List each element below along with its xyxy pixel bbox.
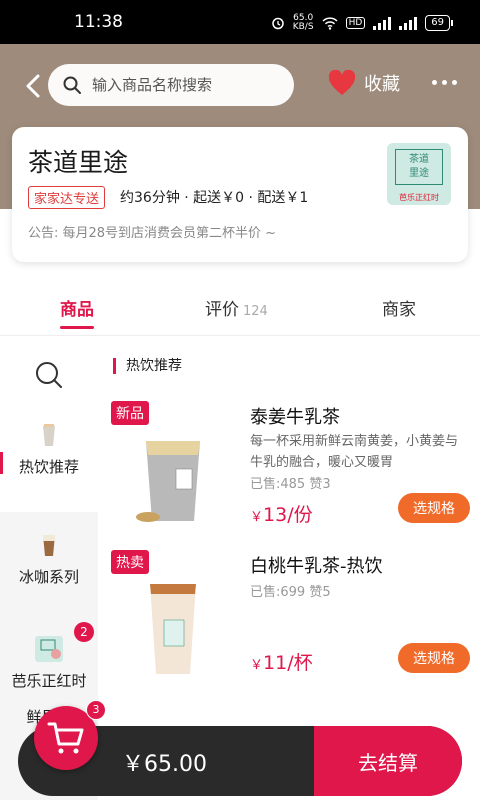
product-item[interactable]: 热卖 白桃牛乳茶-热饮 已售:699 赞5 ￥11/杯 选规格 [98, 550, 480, 700]
search-box[interactable] [48, 64, 294, 106]
shop-logo-caption: 芭乐正红时 [399, 193, 439, 202]
battery-icon: 69 [425, 15, 453, 31]
back-arrow-icon[interactable] [20, 68, 48, 104]
shop-card: 茶道里途 家家达专送 约36分钟 · 起送￥0 · 配送￥1 公告: 每月28号… [12, 127, 468, 262]
hot-drink-thumbnail [43, 424, 55, 446]
signal-icon [373, 16, 392, 30]
search-icon [63, 76, 81, 94]
product-sales: 已售:485 赞3 [250, 477, 331, 492]
favorite-label: 收藏 [364, 74, 400, 95]
product-sales: 已售:699 赞5 [250, 585, 331, 600]
peach-milk-tea-image [150, 584, 196, 674]
checkout-button[interactable]: 去结算 [314, 726, 462, 796]
review-count: 124 [243, 304, 268, 319]
tab-bar: 商品 评价 124 商家 [0, 280, 480, 336]
status-icons: 65.0 KB/S HD 69 [271, 13, 453, 32]
heart-icon [328, 70, 356, 95]
ginger-milk-tea-image [136, 441, 200, 522]
more-options-icon[interactable] [432, 80, 457, 85]
hd-icon: HD [345, 17, 366, 29]
shop-notice[interactable]: 公告: 每月28号到店消费会员第二杯半价 ~ [28, 222, 276, 241]
delivery-badge: 家家达专送 [28, 186, 106, 209]
product-name: 白桃牛乳茶-热饮 [250, 556, 383, 577]
signal-icon-2 [399, 16, 418, 30]
status-bar: 11:38 65.0 KB/S HD 69 [0, 0, 480, 44]
shop-name: 茶道里途 [28, 148, 129, 177]
iced-coffee-thumbnail [43, 535, 55, 556]
cart-icon [47, 722, 84, 754]
product-description: 每一杯采用新鲜云南黄姜，小黄姜与牛乳的融合，暖心又暖胃 [250, 434, 459, 470]
category-search-button[interactable] [0, 336, 98, 412]
tab-merchant[interactable]: 商家 [382, 295, 416, 320]
network-speed: 65.0 KB/S [292, 13, 314, 32]
category-badge: 2 [74, 622, 94, 642]
search-input[interactable] [90, 75, 284, 95]
tab-products[interactable]: 商品 [60, 295, 94, 329]
guava-thumbnail [35, 636, 63, 662]
select-spec-button[interactable]: 选规格 [398, 493, 470, 523]
cart-count-badge: 3 [86, 700, 106, 720]
alarm-icon [271, 17, 284, 30]
cart-total: ￥65.00 [122, 752, 207, 777]
shop-logo-mark: 茶道 里途 [395, 149, 443, 185]
product-item[interactable]: 新品 泰姜牛乳茶 每一杯采用新鲜云南黄姜，小黄姜与牛乳的融合，暖心又暖胃 已售:… [98, 401, 480, 551]
shop-logo: 茶道 里途 芭乐正红时 [387, 143, 451, 205]
select-spec-button[interactable]: 选规格 [398, 643, 470, 673]
status-time: 11:38 [74, 12, 123, 32]
search-icon [36, 362, 62, 388]
delivery-info: 约36分钟 · 起送￥0 · 配送￥1 [120, 190, 309, 206]
wifi-icon [322, 16, 338, 30]
product-price: ￥11/杯 [250, 652, 313, 674]
sidebar-item-hot-drinks[interactable]: 热饮推荐 [0, 412, 98, 512]
sidebar-item-iced-coffee[interactable]: 冰咖系列 [0, 522, 98, 622]
favorite-button[interactable]: 收藏 [328, 70, 400, 96]
product-price: ￥13/份 [250, 504, 313, 526]
tab-reviews[interactable]: 评价 124 [205, 295, 268, 320]
product-name: 泰姜牛乳茶 [250, 407, 340, 428]
section-title: 热饮推荐 [113, 358, 182, 374]
